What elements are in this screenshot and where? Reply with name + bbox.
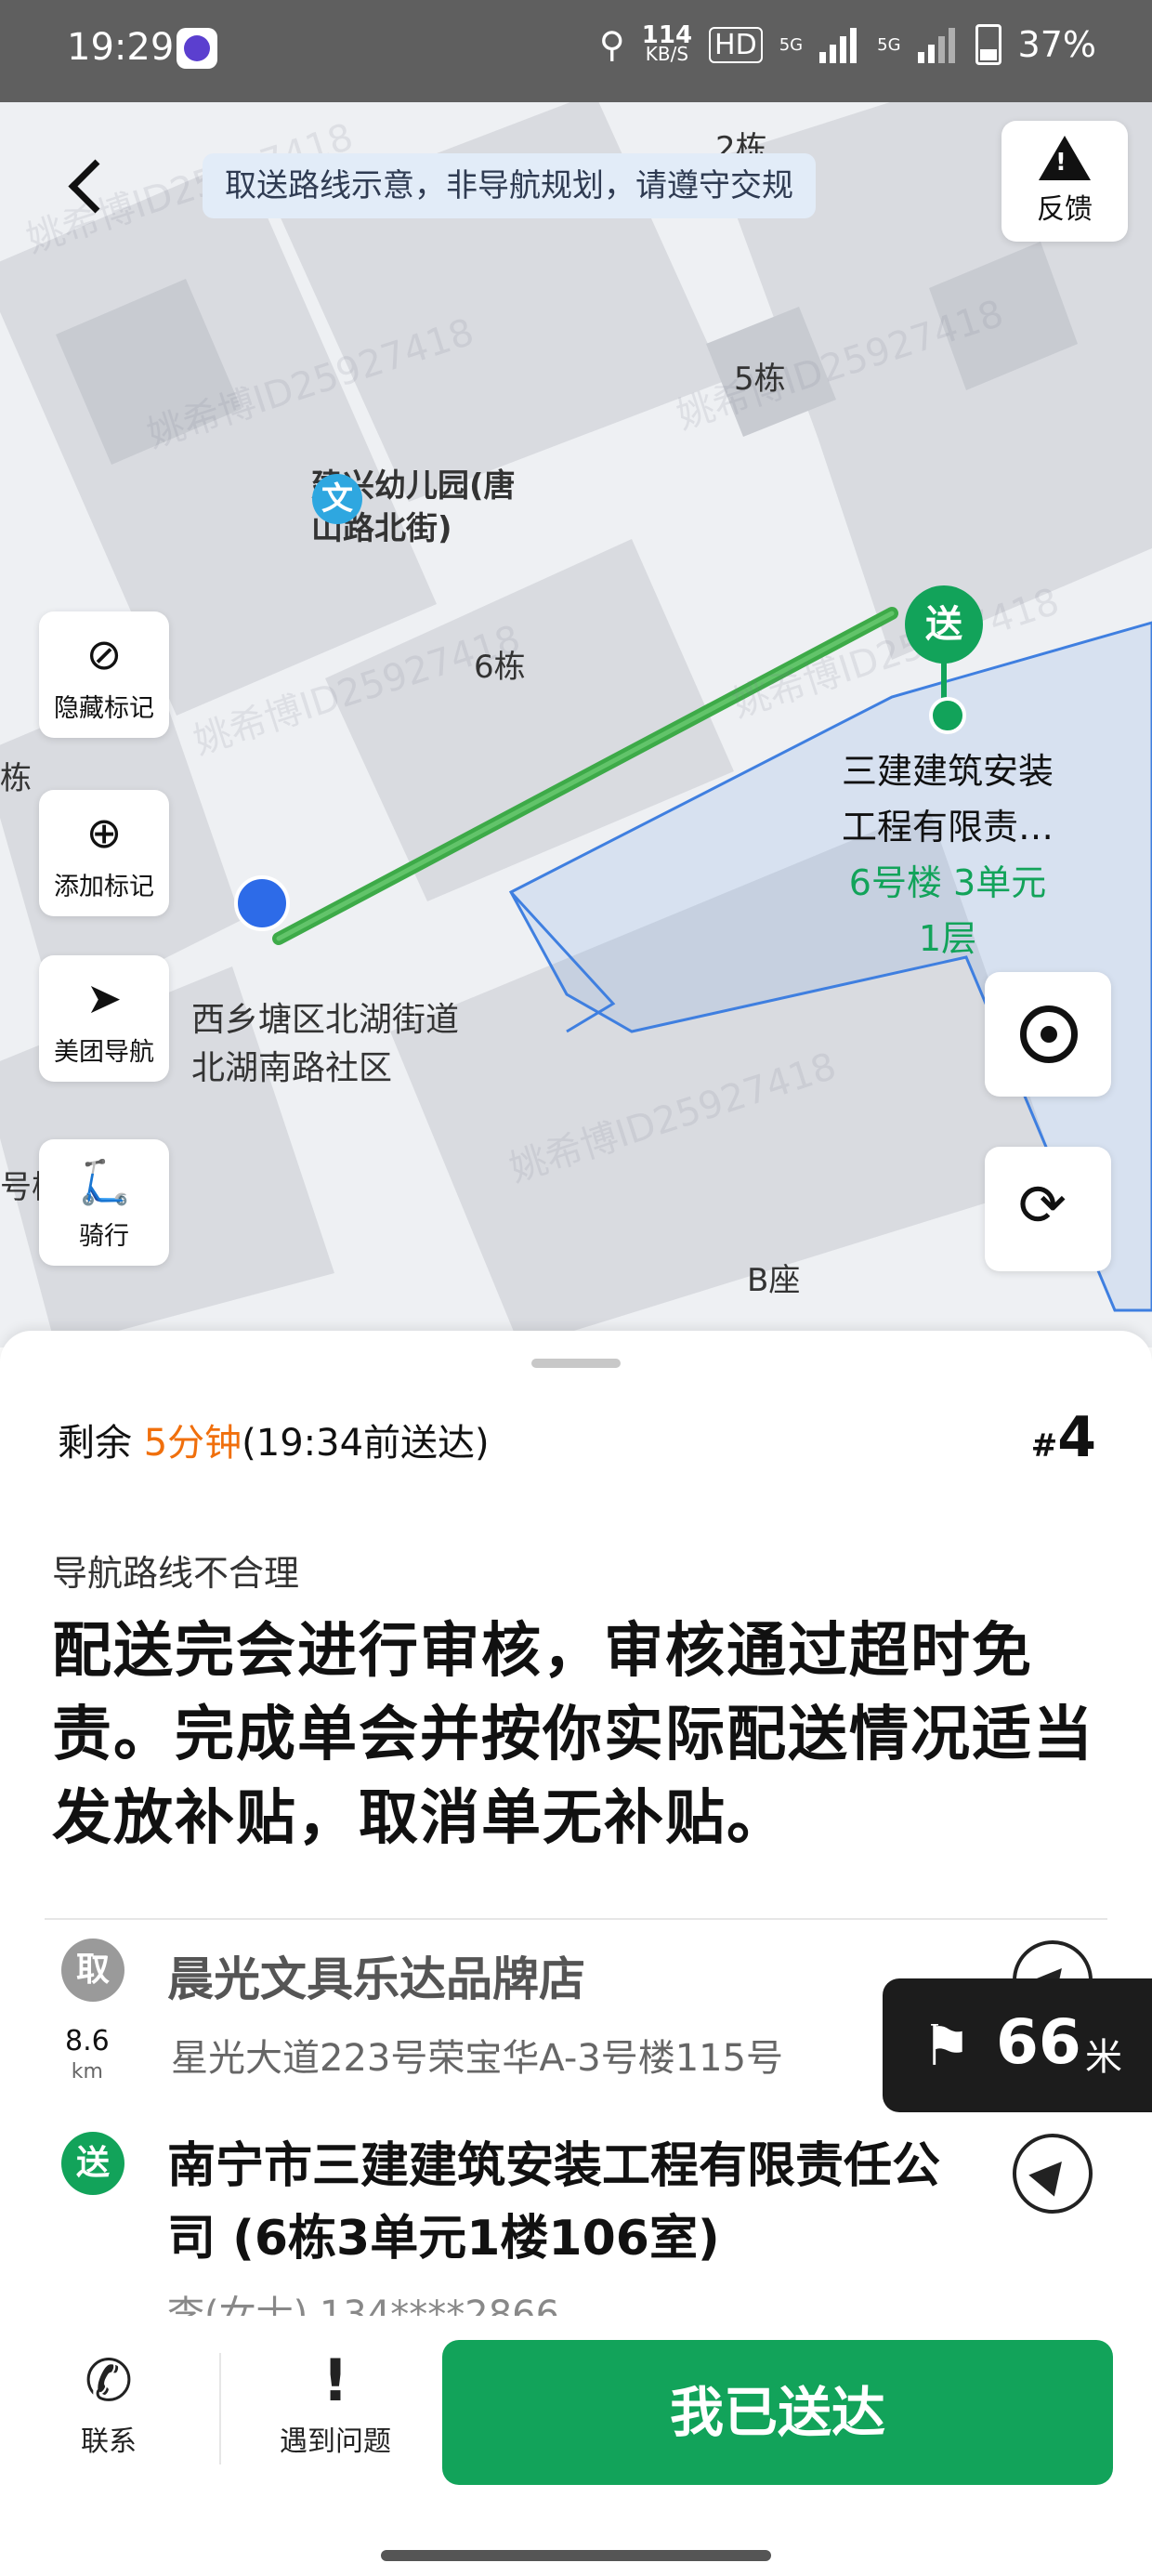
problem-label: 遇到问题 bbox=[280, 2425, 391, 2458]
delivery-pin[interactable]: 送 bbox=[905, 585, 983, 664]
delivery-pin-dot bbox=[929, 697, 966, 734]
feedback-button[interactable]: ! 反馈 bbox=[1001, 121, 1128, 242]
divider bbox=[45, 1918, 1107, 1920]
phone-icon: ✆ bbox=[85, 2346, 133, 2414]
delivered-button[interactable]: 我已送达 bbox=[442, 2340, 1113, 2485]
battery-icon bbox=[975, 24, 1001, 65]
status-right: ⚲ 114 KB/S HD 5G 5G 37% bbox=[598, 21, 1096, 65]
add-marker-label: 添加标记 bbox=[54, 873, 154, 901]
remaining-minutes: 5分钟 bbox=[143, 1422, 242, 1465]
reason-text: 配送完会进行审核，审核通过超时免责。完成单会并按你实际配送情况适当发放补贴，取消… bbox=[52, 1617, 1094, 1853]
problem-button[interactable]: ! 遇到问题 bbox=[266, 2344, 405, 2459]
signal-icon-2 bbox=[917, 26, 959, 63]
school-poi-icon: 文 bbox=[312, 474, 362, 524]
scooter-icon: 🛴 bbox=[78, 1157, 132, 1207]
pickup-badge: 取 bbox=[61, 1939, 124, 2002]
map-label-building-5: 5栋 bbox=[734, 361, 786, 398]
meituan-nav-label: 美团导航 bbox=[54, 1038, 154, 1067]
destination-name: 三建建筑安装 工程有限责… bbox=[841, 751, 1054, 848]
order-number: #4 bbox=[1030, 1405, 1096, 1470]
refresh-icon: ⟳ bbox=[1018, 1171, 1067, 1239]
sig2-label: 5G bbox=[877, 34, 901, 55]
navigation-arrow-icon: ➤ bbox=[85, 973, 123, 1023]
current-location-marker bbox=[234, 875, 290, 931]
sig1-label: 5G bbox=[779, 34, 804, 55]
destination-label: 三建建筑安装 工程有限责… 6号楼 3单元 1层 bbox=[808, 743, 1087, 966]
hide-markers-button[interactable]: ⊘ 隐藏标记 bbox=[39, 611, 169, 738]
destination-unit: 6号楼 3单元 1层 bbox=[848, 862, 1047, 959]
pickup-address: 星光大道223号荣宝华A-3号楼115号 bbox=[171, 2037, 784, 2080]
reason-title: 导航路线不合理 bbox=[52, 1553, 300, 1594]
route-notice: 取送路线示意，非导航规划，请遵守交规 bbox=[203, 153, 816, 218]
sheet-handle[interactable] bbox=[531, 1359, 621, 1368]
pickup-shop-name: 晨光文具乐达品牌店 bbox=[167, 1952, 585, 2006]
battery-level: 37% bbox=[1017, 24, 1096, 65]
distance-meter: ⚑ 66 米 bbox=[883, 1978, 1152, 2112]
contact-label: 联系 bbox=[81, 2425, 137, 2458]
customer-contact: 李(女士) 134****2866 bbox=[167, 2293, 560, 2316]
customer-navigate-icon[interactable] bbox=[1013, 2134, 1093, 2214]
refresh-button[interactable]: ⟳ bbox=[985, 1147, 1111, 1271]
contact-button[interactable]: ✆ 联系 bbox=[39, 2344, 178, 2459]
order-sheet: 剩余 5分钟(19:34前送达) #4 导航路线不合理 配送完会进行审核，审核通… bbox=[0, 1331, 1152, 2576]
app-notification-icon bbox=[177, 28, 217, 69]
deliver-badge: 送 bbox=[61, 2132, 124, 2195]
status-time: 19:29 bbox=[67, 26, 175, 69]
hd-icon: HD bbox=[709, 26, 763, 63]
customer-address: 南宁市三建建筑安装工程有限责任公司 (6栋3单元1楼106室) bbox=[167, 2138, 941, 2267]
hide-markers-label: 隐藏标记 bbox=[54, 694, 154, 723]
checkered-flag-icon: ⚑ bbox=[922, 2014, 972, 2079]
back-button[interactable] bbox=[56, 149, 121, 223]
meter-value: 66 bbox=[996, 2006, 1081, 2078]
add-marker-button[interactable]: ⊕ 添加标记 bbox=[39, 790, 169, 916]
feedback-label: 反馈 bbox=[1037, 193, 1093, 226]
meter-unit: 米 bbox=[1085, 2036, 1122, 2079]
add-marker-icon: ⊕ bbox=[85, 808, 123, 858]
exclamation-icon: ! bbox=[321, 2346, 349, 2414]
map-label-building-b: B座 bbox=[747, 1262, 801, 1299]
ride-label: 骑行 bbox=[79, 1222, 129, 1251]
map-label-building-6: 6栋 bbox=[474, 649, 526, 686]
meituan-nav-button[interactable]: ➤ 美团导航 bbox=[39, 955, 169, 1082]
status-bar: 19:29 ⚲ 114 KB/S HD 5G 5G 37% bbox=[0, 0, 1152, 102]
map-label-edge: 栋 bbox=[0, 760, 32, 797]
pickup-distance: 8.6 km bbox=[65, 2025, 110, 2084]
locate-button[interactable] bbox=[985, 972, 1111, 1097]
ride-button[interactable]: 🛴 骑行 bbox=[39, 1139, 169, 1266]
hide-marker-icon: ⊘ bbox=[85, 629, 123, 679]
home-indicator[interactable] bbox=[381, 2550, 771, 2561]
net-speed: 114 KB/S bbox=[641, 21, 693, 65]
location-icon: ⚲ bbox=[598, 24, 625, 65]
signal-icon bbox=[819, 26, 860, 63]
map-label-district: 西乡塘区北湖街道 北湖南路社区 bbox=[191, 1001, 460, 1087]
map-view[interactable]: 姚希博ID25927418 姚希博ID25927418 姚希博ID2592741… bbox=[0, 102, 1152, 1347]
bottom-action-bar: ✆ 联系 ! 遇到问题 我已送达 bbox=[0, 2316, 1152, 2576]
remaining-time: 剩余 5分钟(19:34前送达) bbox=[58, 1422, 490, 1465]
bar-divider bbox=[219, 2353, 221, 2464]
